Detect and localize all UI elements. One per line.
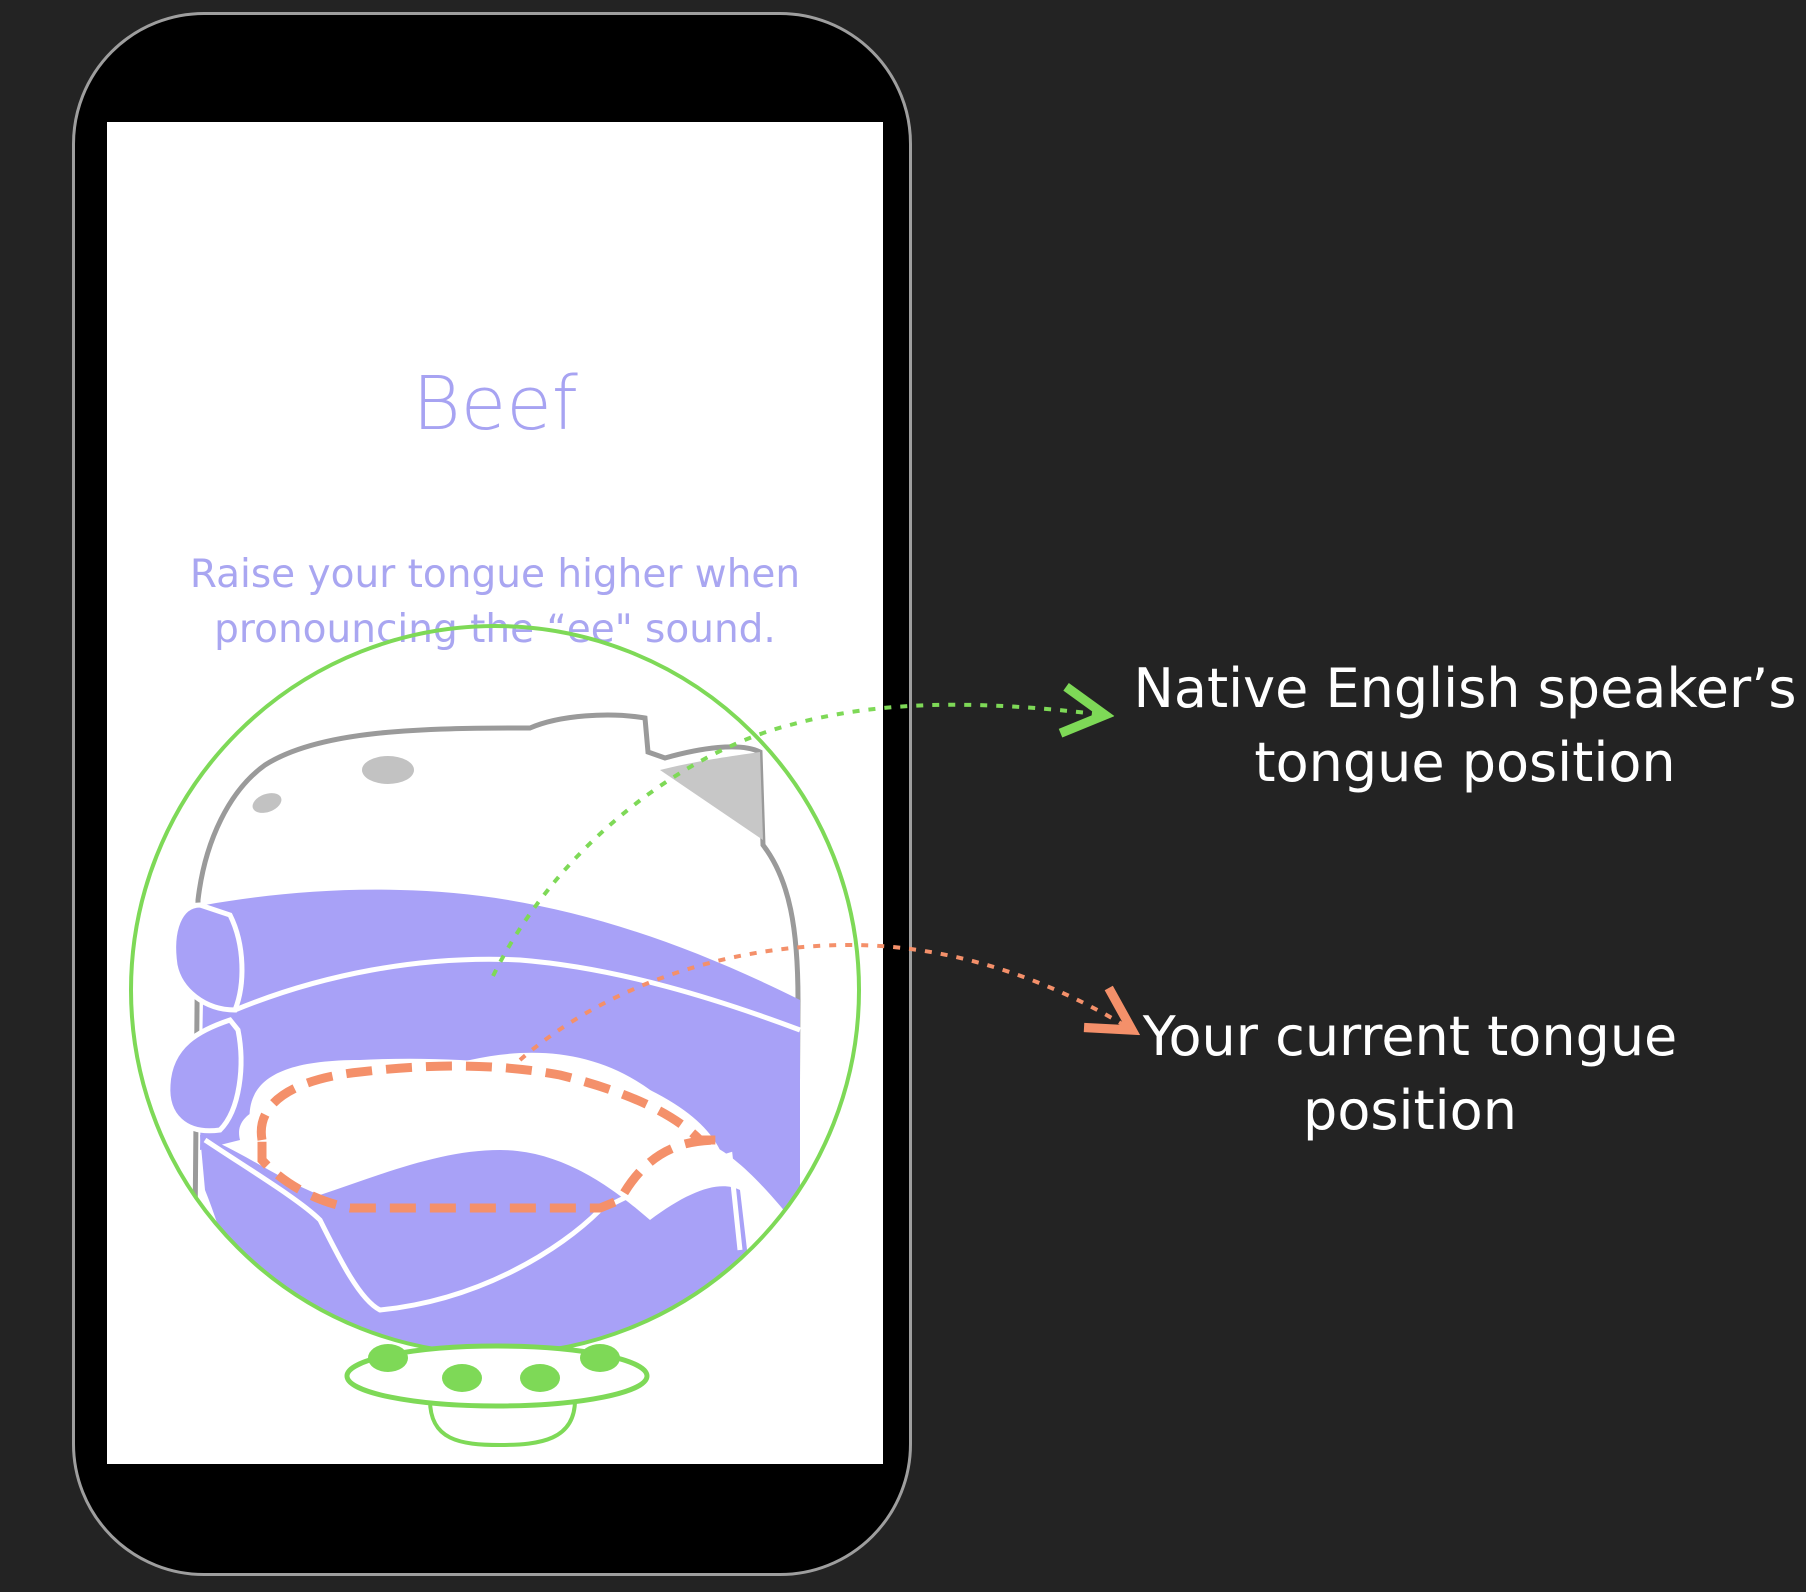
- pronunciation-hint: Raise your tongue higher when pronouncin…: [147, 547, 843, 657]
- native-callout-line-1: Native English speaker’s: [1133, 657, 1797, 720]
- word-title: Beef: [412, 361, 578, 447]
- hint-line-2: pronouncing the “ee" sound.: [214, 607, 776, 652]
- current-callout-line-1: Your current tongue: [1142, 1005, 1678, 1068]
- current-callout-line-2: position: [1303, 1079, 1517, 1142]
- mockup-stage: Beef Raise your tongue higher when prono…: [0, 0, 1806, 1592]
- app-screen: Beef Raise your tongue higher when prono…: [107, 122, 883, 1464]
- native-callout-line-2: tongue position: [1254, 731, 1676, 794]
- current-tongue-callout: Your current tongue position: [1120, 1000, 1700, 1148]
- hint-line-1: Raise your tongue higher when: [189, 552, 801, 597]
- native-tongue-callout: Native English speaker’s tongue position: [1120, 652, 1806, 800]
